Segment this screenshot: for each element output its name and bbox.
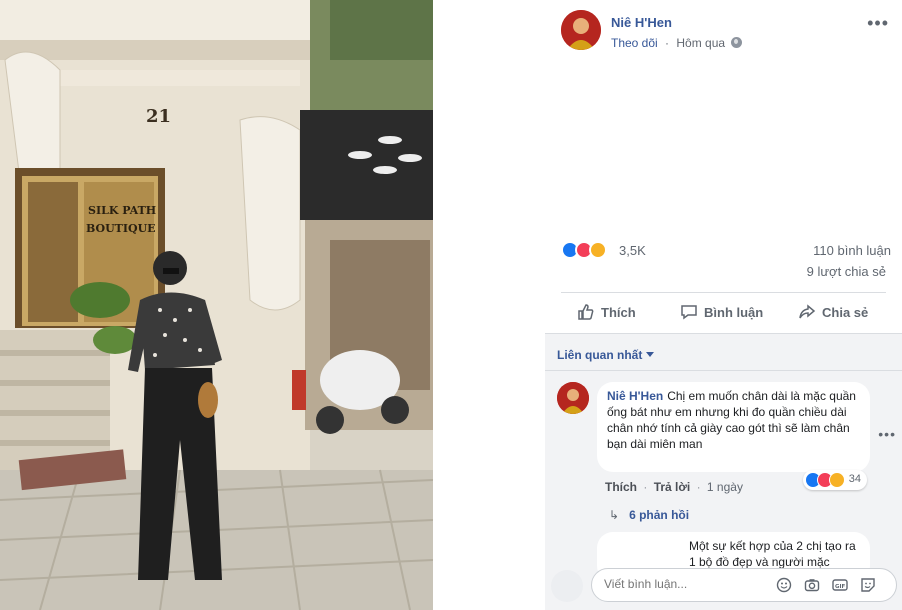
comment-actions: Thích · Trả lời · 1 ngày (605, 480, 743, 494)
current-user-avatar (551, 570, 583, 602)
panel-spacer (433, 0, 545, 610)
avatar-image (557, 382, 589, 414)
comment-label: Bình luận (704, 305, 764, 320)
comment-author[interactable]: Niê H'Hen (607, 389, 663, 403)
shop-sign-line1: SILK PATH (88, 204, 156, 217)
post-header: Niê H'Hen Theo dõi · Hôm qua (561, 10, 891, 54)
post-options-button[interactable]: ••• (867, 13, 889, 34)
commenter-avatar[interactable] (557, 382, 589, 414)
comment-options-button[interactable]: ••• (878, 426, 896, 442)
comment-reactions[interactable]: 34 (803, 470, 867, 490)
share-arrow-icon (799, 304, 816, 319)
meta-separator: · (665, 36, 670, 50)
comment-reply-link[interactable]: Trả lời (654, 480, 691, 494)
comment-button[interactable]: Bình luận (680, 303, 763, 325)
avatar-image (561, 10, 601, 50)
svg-text:GIF: GIF (835, 584, 846, 590)
emoji-icon[interactable] (776, 577, 792, 593)
speech-bubble-icon (681, 305, 697, 320)
comment-sort-label: Liên quan nhất (557, 348, 643, 362)
comment-composer: GIF (551, 568, 897, 602)
building-number: 21 (146, 106, 171, 127)
gif-icon[interactable]: GIF (832, 577, 848, 593)
share-count[interactable]: 9 lượt chia sẻ (807, 264, 886, 279)
comment-sort-dropdown[interactable]: Liên quan nhất (557, 348, 655, 362)
comment-input[interactable] (604, 577, 754, 591)
comment-time[interactable]: 1 ngày (707, 480, 743, 494)
follow-link[interactable]: Theo dõi (611, 36, 658, 50)
comment-input-box[interactable]: GIF (591, 568, 897, 602)
wow-icon (589, 241, 607, 259)
camera-icon[interactable] (804, 577, 820, 593)
post-time[interactable]: Hôm qua (676, 36, 725, 50)
haha-icon (829, 472, 845, 488)
post-meta: Theo dõi · Hôm qua (611, 36, 743, 50)
sticker-icon[interactable] (860, 577, 876, 593)
like-button[interactable]: Thích (577, 303, 636, 325)
sort-divider (545, 370, 902, 371)
facebook-photo-viewer: 21 SILK PATH BOUTIQUE Niê H'Hen Theo dõi… (0, 0, 902, 610)
post-side-panel: Niê H'Hen Theo dõi · Hôm qua ••• 3,5K 11… (545, 0, 902, 610)
view-replies-link[interactable]: ↳ 6 phản hồi (609, 508, 689, 522)
reaction-count[interactable]: 3,5K (619, 243, 646, 258)
post-actions: Thích Bình luận Chia sẻ (561, 292, 886, 332)
street-photo-illustration: 21 SILK PATH BOUTIQUE (0, 0, 433, 610)
replies-label: 6 phản hồi (629, 508, 690, 522)
like-label: Thích (601, 305, 636, 320)
post-stats: 3,5K 110 bình luận (561, 240, 891, 262)
post-photo[interactable]: 21 SILK PATH BOUTIQUE (0, 0, 433, 610)
comment-count[interactable]: 110 bình luận (813, 243, 891, 258)
author-name[interactable]: Niê H'Hen (611, 15, 672, 30)
chevron-down-icon (646, 352, 655, 357)
thumb-icon (578, 304, 594, 320)
globe-icon (731, 37, 743, 48)
comment-reaction-count: 34 (848, 473, 861, 485)
comment-action-separator: · (696, 480, 701, 494)
author-avatar[interactable] (561, 10, 601, 50)
share-button[interactable]: Chia sẻ (798, 303, 868, 325)
comment-like-link[interactable]: Thích (605, 480, 637, 494)
comment-bubble: Niê H'Hen Chị em muốn chân dài là mặc quầ… (597, 382, 870, 472)
comment-action-separator: · (643, 480, 648, 494)
shop-sign-line2: BOUTIQUE (86, 222, 156, 235)
reply-arrow-icon: ↳ (609, 508, 620, 522)
share-label: Chia sẻ (822, 305, 869, 320)
